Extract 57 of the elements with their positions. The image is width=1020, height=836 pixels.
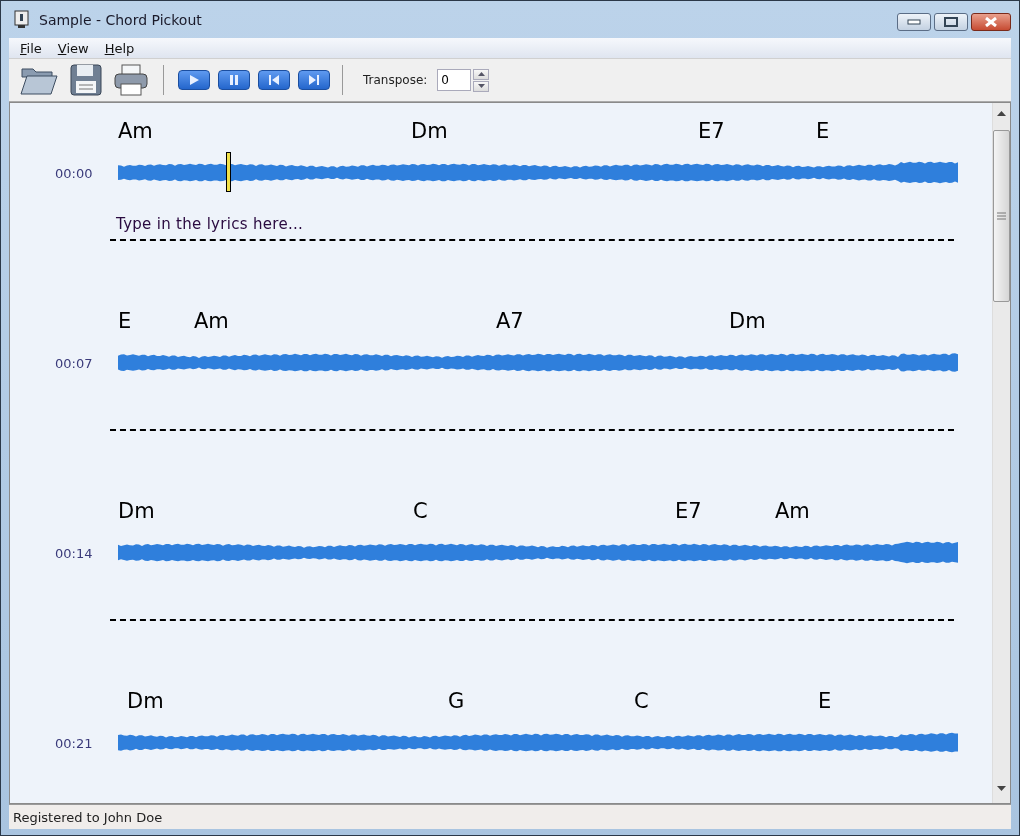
chord-label[interactable]: Am	[775, 499, 810, 523]
maximize-button[interactable]	[934, 13, 968, 31]
chord-label[interactable]: A7	[496, 309, 524, 333]
menu-item[interactable]: File	[13, 40, 49, 56]
vertical-scrollbar[interactable]	[992, 103, 1010, 803]
scrollbar-thumb[interactable]	[993, 130, 1010, 302]
play-icon	[187, 74, 201, 86]
skip-back-button[interactable]	[258, 70, 290, 90]
transpose-field[interactable]: 0	[437, 69, 472, 91]
playhead-cursor[interactable]	[226, 152, 231, 192]
chord-label[interactable]: C	[413, 499, 428, 523]
time-label: 00:21	[55, 735, 94, 751]
pause-button[interactable]	[218, 70, 250, 90]
waveform[interactable]	[118, 541, 959, 565]
spin-down-button[interactable]	[473, 80, 490, 92]
minimize-icon	[907, 19, 921, 25]
up-arrow-icon	[477, 72, 485, 76]
chord-label[interactable]: Am	[194, 309, 229, 333]
chord-label[interactable]: Dm	[127, 689, 164, 713]
skip-forward-button[interactable]	[298, 70, 330, 90]
chord-label[interactable]: E	[818, 689, 832, 713]
skip-back-icon	[267, 74, 281, 86]
down-arrow-icon	[477, 84, 485, 88]
minimize-button[interactable]	[897, 13, 931, 31]
time-label: 00:14	[55, 545, 94, 561]
status-text: Registered to John Doe	[13, 809, 163, 825]
close-button[interactable]	[971, 13, 1011, 31]
transpose-label: Transpose:	[363, 73, 428, 87]
time-label: 00:07	[55, 355, 94, 371]
pause-icon	[227, 74, 241, 86]
chord-label[interactable]: Dm	[411, 119, 448, 143]
waveform[interactable]	[118, 161, 959, 185]
app-icon	[13, 9, 31, 30]
lyrics-field[interactable]: Type in the lyrics here...	[110, 215, 954, 241]
window-title: Sample - Chord Pickout	[39, 11, 202, 28]
chord-label[interactable]: Dm	[729, 309, 766, 333]
chord-label[interactable]: Dm	[118, 499, 155, 523]
chord-label[interactable]: E7	[698, 119, 725, 143]
play-button[interactable]	[178, 70, 210, 90]
menu-item[interactable]: Help	[97, 40, 142, 56]
chord-label[interactable]: E7	[675, 499, 702, 523]
scroll-up-arrow-icon[interactable]	[997, 111, 1006, 116]
skip-forward-icon	[307, 74, 321, 86]
chord-label[interactable]: Am	[118, 119, 153, 143]
waveform[interactable]	[118, 351, 959, 375]
time-label: 00:00	[55, 165, 94, 181]
spin-up-button[interactable]	[473, 68, 490, 80]
chord-label[interactable]: G	[448, 689, 465, 713]
waveform[interactable]	[118, 731, 959, 755]
menu-item[interactable]: View	[50, 40, 96, 56]
maximize-icon	[944, 17, 958, 27]
scroll-down-arrow-icon[interactable]	[997, 786, 1006, 791]
chord-label[interactable]: E	[816, 119, 830, 143]
printer-icon[interactable]	[113, 63, 149, 97]
chord-label[interactable]: E	[118, 309, 132, 333]
chord-label[interactable]: C	[634, 689, 649, 713]
close-icon	[984, 17, 998, 27]
